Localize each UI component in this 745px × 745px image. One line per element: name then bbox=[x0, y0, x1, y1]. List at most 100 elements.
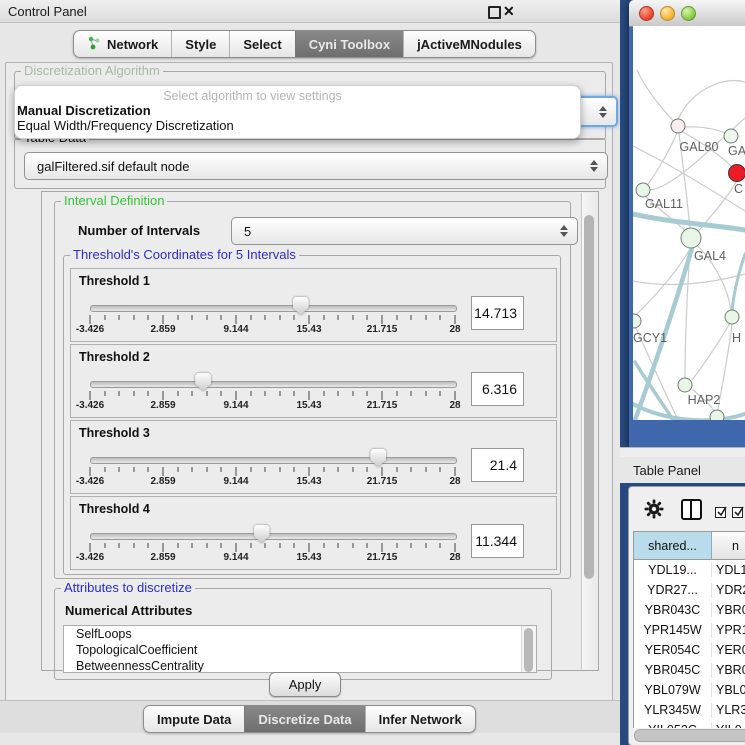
threshold-block: Threshold 2 -3.4262.8599.14415.4321.7152… bbox=[70, 344, 557, 418]
slider-tick-labels: -3.4262.8599.14415.4321.71528 bbox=[90, 476, 455, 488]
slider-thumb[interactable] bbox=[370, 449, 386, 467]
table-cell-shared-name[interactable]: YDR27... bbox=[634, 583, 712, 597]
attribute-list-item[interactable]: SelfLoops bbox=[64, 626, 536, 642]
table-row[interactable]: YBR043C YBR0 bbox=[634, 600, 745, 620]
table-cell-name[interactable]: YBL0 bbox=[712, 683, 745, 697]
tab[interactable]: Select bbox=[229, 31, 294, 57]
pane-scrollbar[interactable] bbox=[581, 193, 597, 669]
network-node-label: GAL80 bbox=[680, 140, 719, 154]
network-node[interactable] bbox=[671, 119, 685, 133]
network-node-label: GAL11 bbox=[645, 197, 683, 211]
table-cell-name[interactable]: YPR1 bbox=[712, 623, 745, 637]
network-node[interactable] bbox=[729, 165, 745, 182]
stepper-icon[interactable] bbox=[560, 225, 568, 237]
attribute-list-item[interactable]: TopologicalCoefficient bbox=[64, 642, 536, 658]
network-node[interactable] bbox=[681, 228, 701, 248]
table-horizontal-scrollbar[interactable] bbox=[633, 728, 745, 741]
network-edge-thick[interactable] bbox=[635, 362, 677, 420]
table-cell-name[interactable]: YDL1 bbox=[712, 563, 745, 577]
slider-track[interactable] bbox=[90, 305, 457, 312]
column-header-shared-name[interactable]: shared... bbox=[634, 532, 712, 559]
float-icon[interactable] bbox=[488, 6, 501, 19]
threshold-value-field[interactable] bbox=[471, 372, 524, 406]
threshold-value-field[interactable] bbox=[471, 296, 524, 330]
slider-thumb[interactable] bbox=[254, 525, 270, 543]
minimize-traffic-light-icon[interactable] bbox=[660, 6, 675, 21]
table-row[interactable]: YPR145W YPR1 bbox=[634, 620, 745, 640]
tab[interactable]: Network bbox=[74, 31, 171, 57]
numerical-attributes-list[interactable]: SelfLoopsTopologicalCoefficientBetweenne… bbox=[63, 625, 537, 673]
network-canvas[interactable]: GAL80GACGAL11GAL4GCY1HHAP2 bbox=[633, 26, 745, 420]
network-edge-thick[interactable] bbox=[732, 254, 745, 312]
network-node[interactable] bbox=[633, 314, 641, 328]
network-node[interactable] bbox=[725, 310, 739, 324]
slider-track[interactable] bbox=[90, 381, 457, 388]
tab[interactable]: Discretize Data bbox=[244, 706, 364, 732]
table-cell-shared-name[interactable]: YBR043C bbox=[634, 603, 712, 617]
checkbox-icon[interactable] bbox=[732, 507, 743, 518]
stepper-icon[interactable] bbox=[599, 106, 607, 118]
apply-button[interactable]: Apply bbox=[269, 672, 341, 697]
dropdown-item-label: Manual Discretization bbox=[17, 103, 151, 118]
threshold-value-field[interactable] bbox=[471, 448, 524, 482]
table-cell-name[interactable]: YBR0 bbox=[712, 663, 745, 677]
table-row[interactable]: YBR045C YBR0 bbox=[634, 660, 745, 680]
network-node[interactable] bbox=[724, 129, 738, 143]
table-cell-name[interactable]: YER0 bbox=[712, 643, 745, 657]
table-cell-shared-name[interactable]: YBL079W bbox=[634, 683, 712, 697]
table-cell-name[interactable]: YBR0 bbox=[712, 603, 745, 617]
table-cell-shared-name[interactable]: YBR045C bbox=[634, 663, 712, 677]
threshold-value-field[interactable] bbox=[471, 524, 524, 558]
attributes-scrollbar[interactable] bbox=[521, 626, 536, 672]
dropdown-item[interactable]: Equal Width/Frequency Discretization bbox=[17, 118, 234, 133]
attribute-list-item[interactable]: BetweennessCentrality bbox=[64, 658, 536, 673]
table-hscroll-thumb[interactable] bbox=[634, 729, 745, 742]
table-cell-shared-name[interactable]: YPR145W bbox=[634, 623, 712, 637]
table-data-group: Table Data galFiltered.sif default node bbox=[14, 138, 606, 189]
zoom-traffic-light-icon[interactable] bbox=[681, 6, 696, 21]
stepper-icon[interactable] bbox=[590, 160, 598, 172]
table-row[interactable]: YDL19... YDL1 bbox=[634, 560, 745, 580]
table-row[interactable]: YDR27... YDR2 bbox=[634, 580, 745, 600]
slider-track[interactable] bbox=[90, 533, 457, 540]
attributes-group-label: Attributes to discretize bbox=[61, 580, 195, 595]
pane-scrollbar-thumb[interactable] bbox=[584, 215, 594, 579]
tab[interactable]: Style bbox=[171, 31, 229, 57]
tab[interactable]: jActiveMNodules bbox=[403, 31, 535, 57]
network-edge[interactable] bbox=[678, 81, 745, 119]
table-row[interactable]: YBL079W YBL0 bbox=[634, 680, 745, 700]
close-traffic-light-icon[interactable] bbox=[639, 6, 654, 21]
table-row[interactable]: YER054C YER0 bbox=[634, 640, 745, 660]
table-cell-shared-name[interactable]: YER054C bbox=[634, 643, 712, 657]
dropdown-item[interactable]: Manual Discretization bbox=[17, 103, 151, 118]
network-node-label: C bbox=[734, 182, 743, 196]
network-edge[interactable] bbox=[637, 70, 678, 126]
dropdown-item-label: Equal Width/Frequency Discretization bbox=[17, 118, 234, 133]
slider-track[interactable] bbox=[90, 457, 457, 464]
num-intervals-combobox[interactable]: 5 bbox=[231, 217, 578, 245]
column-header-name[interactable]: n bbox=[712, 532, 745, 559]
network-edge[interactable] bbox=[633, 274, 745, 285]
right-region: GAL80GACGAL11GAL4GCY1HHAP2 Table Panel bbox=[620, 0, 745, 745]
table-cell-shared-name[interactable]: YDL19... bbox=[634, 563, 712, 577]
network-edge[interactable] bbox=[685, 127, 730, 135]
tab[interactable]: Infer Network bbox=[365, 706, 475, 732]
table-cell-shared-name[interactable]: YLR345W bbox=[634, 703, 712, 717]
network-node[interactable] bbox=[678, 378, 692, 392]
split-pane-icon[interactable] bbox=[681, 499, 702, 520]
network-icon bbox=[87, 36, 101, 53]
network-node[interactable] bbox=[636, 183, 650, 197]
slider-thumb[interactable] bbox=[293, 297, 309, 315]
network-node[interactable] bbox=[710, 410, 724, 420]
slider-thumb[interactable] bbox=[195, 373, 211, 391]
table-row[interactable]: YLR345W YLR3 bbox=[634, 700, 745, 720]
gear-icon[interactable] bbox=[644, 499, 664, 519]
checkbox-icon[interactable] bbox=[715, 507, 726, 518]
tab[interactable]: Impute Data bbox=[144, 706, 244, 732]
table-data-combobox[interactable]: galFiltered.sif default node bbox=[24, 152, 608, 180]
threshold-label: Threshold 4 bbox=[79, 502, 150, 516]
close-icon[interactable]: ✕ bbox=[503, 3, 515, 20]
table-cell-name[interactable]: YLR3 bbox=[712, 703, 745, 717]
table-cell-name[interactable]: YDR2 bbox=[712, 583, 745, 597]
tab[interactable]: Cyni Toolbox bbox=[295, 31, 403, 57]
